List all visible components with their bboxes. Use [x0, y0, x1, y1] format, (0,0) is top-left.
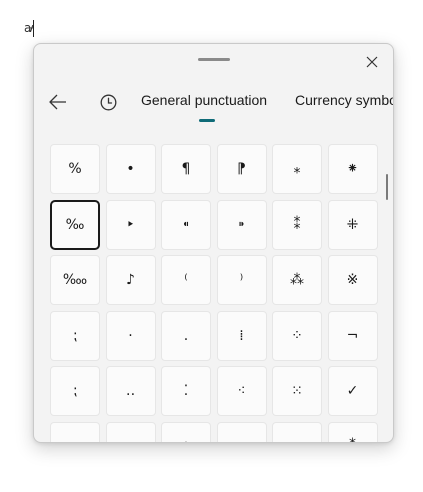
symbol-cell[interactable]: ⁑	[327, 421, 378, 442]
symbol-cell[interactable]: ⁍	[216, 199, 267, 250]
symbol-cell[interactable]: ⁕	[327, 144, 378, 194]
symbol-cell[interactable]	[272, 421, 322, 442]
symbol-cell[interactable]: ⁙	[272, 366, 322, 416]
symbol-cell[interactable]: ⁑	[272, 199, 322, 250]
close-button[interactable]	[360, 50, 384, 74]
symbol-cell[interactable]: %	[50, 144, 100, 194]
symbol-cell[interactable]: ⁏	[50, 366, 100, 416]
scrollbar-thumb[interactable]	[386, 174, 388, 200]
symbol-cell[interactable]	[216, 421, 267, 442]
symbol-cell[interactable]: ‣	[105, 199, 156, 250]
back-button[interactable]	[44, 88, 72, 116]
close-icon	[366, 56, 378, 68]
symbol-cell[interactable]	[105, 421, 156, 442]
symbol-cell[interactable]: ⁖	[216, 366, 267, 416]
symbol-cell[interactable]: ‰	[50, 199, 100, 250]
active-tab-indicator	[199, 119, 215, 122]
symbol-cell[interactable]	[50, 421, 100, 442]
symbol-cell[interactable]: ⁋	[216, 144, 267, 194]
emoji-symbol-panel: General punctuation Currency symbo % • ¶ ⁋ ⁎…	[33, 43, 394, 443]
symbol-cell[interactable]: ✓	[327, 366, 378, 416]
symbol-cell[interactable]: ·	[105, 310, 156, 361]
symbol-cell[interactable]: ⁘	[272, 310, 322, 361]
symbol-cell[interactable]: ¬	[327, 310, 378, 361]
symbol-cell[interactable]: ⁝	[161, 421, 211, 442]
drag-handle[interactable]	[198, 58, 230, 61]
tab-currency-symbols[interactable]: Currency symbo	[295, 92, 393, 108]
text-caret	[33, 20, 34, 37]
recently-used-button[interactable]	[94, 88, 122, 116]
symbol-cell[interactable]: ⁌	[161, 199, 211, 250]
symbol-cell[interactable]: •	[105, 144, 156, 194]
symbol-cell[interactable]: ⁞	[216, 310, 267, 361]
symbol-cell[interactable]: ⁚	[161, 366, 211, 416]
tab-general-punctuation[interactable]: General punctuation	[141, 92, 267, 108]
symbol-cell[interactable]: ※	[327, 255, 378, 305]
symbol-cell[interactable]: ‥	[105, 366, 156, 416]
symbol-cell[interactable]: .	[161, 310, 211, 361]
symbol-cell[interactable]: ‱	[50, 255, 100, 305]
symbol-cell[interactable]: ♪	[105, 255, 156, 305]
clock-icon	[100, 94, 116, 110]
symbol-cell[interactable]: ⁽	[161, 255, 211, 305]
symbol-cell[interactable]: ⁜	[327, 199, 378, 250]
back-arrow-icon	[49, 94, 66, 110]
symbol-cell[interactable]: ¶	[161, 144, 211, 194]
symbol-cell[interactable]: ⁏	[50, 310, 100, 361]
symbol-cell[interactable]: ⁎	[272, 144, 322, 194]
symbol-cell[interactable]: ⁾	[216, 255, 267, 305]
symbol-cell[interactable]: ⁂	[272, 255, 322, 305]
